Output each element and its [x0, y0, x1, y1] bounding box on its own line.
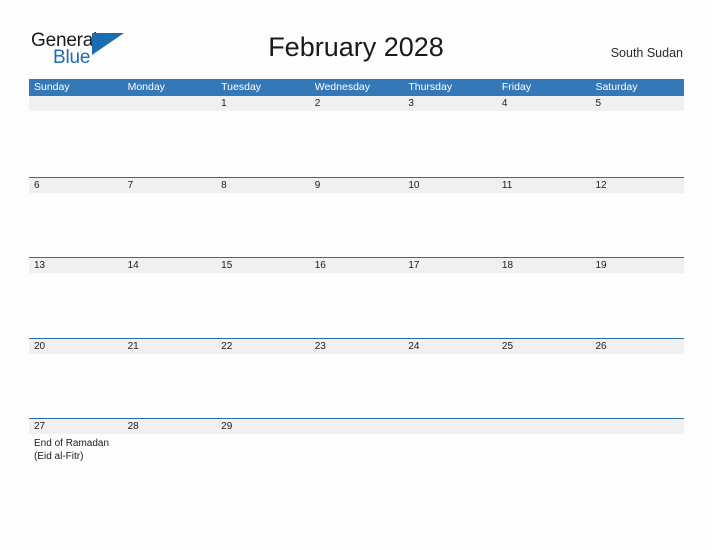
day-cell-25[interactable]: 25 — [497, 339, 591, 419]
day-cell-16[interactable]: 16 — [310, 258, 404, 338]
day-cell-18[interactable]: 18 — [497, 258, 591, 338]
day-number: 19 — [595, 260, 607, 271]
day-number: 8 — [221, 179, 227, 191]
day-cell-empty — [497, 419, 591, 507]
week-cells: 6 7 8 9 10 11 12 — [29, 178, 684, 258]
day-number: 17 — [408, 260, 420, 271]
day-number: 7 — [127, 179, 134, 191]
day-cell-24[interactable]: 24 — [403, 339, 497, 419]
day-number: 14 — [127, 260, 139, 271]
day-cell-7[interactable]: 7 — [123, 178, 217, 258]
day-number: 29 — [221, 421, 233, 432]
calendar-weeks: 1 2 3 4 5 6 7 8 9 10 11 12 13 14 15 16 17 18 19 20 21 22 23 24 2… — [29, 96, 684, 507]
day-cell-6[interactable]: 6 — [29, 178, 123, 258]
day-cell-13[interactable]: 13 — [29, 258, 123, 338]
day-number: 9 — [314, 179, 321, 191]
day-cell-23[interactable]: 23 — [310, 339, 404, 419]
page-header: General Blue February 2028 South Sudan — [0, 0, 712, 76]
day-number: 1 — [221, 98, 227, 109]
day-number: 22 — [221, 340, 233, 352]
day-number: 16 — [314, 260, 326, 271]
day-cell-12[interactable]: 12 — [590, 178, 684, 258]
day-number: 4 — [501, 98, 508, 109]
day-number: 3 — [408, 98, 414, 109]
weekday-header-sunday: Sunday — [34, 81, 70, 93]
day-cell-15[interactable]: 15 — [216, 258, 310, 338]
weekday-header-wednesday: Wednesday — [314, 81, 370, 93]
day-number: 6 — [34, 179, 40, 191]
day-cell-22[interactable]: 22 — [216, 339, 310, 419]
day-number: 13 — [34, 260, 46, 271]
day-events: End of Ramadan (Eid al-Fitr) — [34, 437, 121, 463]
calendar-grid: Sunday Monday Tuesday Wednesday Thursday… — [29, 79, 684, 507]
day-number: 18 — [501, 260, 514, 271]
day-cell-21[interactable]: 21 — [123, 339, 217, 419]
day-number: 2 — [314, 98, 321, 109]
day-number: 23 — [314, 340, 326, 352]
day-cell-4[interactable]: 4 — [497, 96, 591, 177]
week-cells: 1 2 3 4 5 — [29, 96, 684, 177]
day-cell-empty — [590, 419, 684, 507]
region-label: South Sudan — [610, 46, 683, 60]
calendar-week-row: 20 21 22 23 24 25 26 — [29, 337, 684, 419]
event-text: (Eid al-Fitr) — [34, 451, 84, 462]
day-cell-20[interactable]: 20 — [29, 339, 123, 419]
day-cell-29[interactable]: 29 — [216, 419, 310, 507]
calendar-week-row: 27 End of Ramadan (Eid al-Fitr) 28 29 — [29, 418, 684, 507]
day-cell-27[interactable]: 27 End of Ramadan (Eid al-Fitr) — [29, 419, 123, 507]
day-number: 15 — [221, 260, 233, 271]
weekday-header-row: Sunday Monday Tuesday Wednesday Thursday… — [29, 79, 684, 96]
weekday-header-thursday: Thursday — [408, 81, 453, 93]
day-cell-11[interactable]: 11 — [497, 178, 591, 258]
day-cell-26[interactable]: 26 — [590, 339, 684, 419]
day-cell-19[interactable]: 19 — [590, 258, 684, 338]
day-cell-empty — [310, 419, 404, 507]
day-number: 11 — [501, 179, 513, 191]
day-number: 21 — [127, 340, 139, 352]
weekday-header-tuesday: Tuesday — [221, 81, 262, 93]
day-cell-2[interactable]: 2 — [310, 96, 404, 177]
weekday-header-saturday: Saturday — [595, 81, 638, 93]
day-cell-10[interactable]: 10 — [403, 178, 497, 258]
week-cells: 13 14 15 16 17 18 19 — [29, 258, 684, 338]
day-cell-empty — [29, 96, 123, 177]
event-text: End of Ramadan — [34, 438, 110, 449]
day-cell-8[interactable]: 8 — [216, 178, 310, 258]
day-cell-5[interactable]: 5 — [590, 96, 684, 177]
day-number: 26 — [595, 340, 607, 352]
day-cell-1[interactable]: 1 — [216, 96, 310, 177]
week-cells: 20 21 22 23 24 25 26 — [29, 339, 684, 419]
day-cell-empty — [403, 419, 497, 507]
day-number: 10 — [408, 179, 420, 191]
calendar-week-row: 6 7 8 9 10 11 12 — [29, 176, 684, 258]
day-number: 28 — [127, 421, 139, 432]
day-number: 25 — [501, 340, 514, 352]
week-cells: 27 End of Ramadan (Eid al-Fitr) 28 29 — [29, 419, 684, 507]
calendar-week-row: 1 2 3 4 5 — [29, 96, 684, 177]
day-cell-empty — [123, 96, 217, 177]
page-title: February 2028 — [268, 32, 444, 62]
day-number: 5 — [595, 98, 602, 109]
day-number: 20 — [34, 340, 46, 352]
day-number: 27 — [34, 421, 46, 432]
weekday-header-friday: Friday — [501, 81, 532, 93]
day-cell-3[interactable]: 3 — [403, 96, 497, 177]
day-cell-28[interactable]: 28 — [123, 419, 217, 507]
calendar-week-row: 13 14 15 16 17 18 19 — [29, 257, 684, 338]
day-cell-14[interactable]: 14 — [123, 258, 217, 338]
weekday-header-monday: Monday — [127, 81, 165, 93]
day-number: 24 — [408, 340, 420, 352]
day-cell-9[interactable]: 9 — [310, 178, 404, 258]
day-number: 12 — [595, 179, 607, 191]
day-cell-17[interactable]: 17 — [403, 258, 497, 338]
